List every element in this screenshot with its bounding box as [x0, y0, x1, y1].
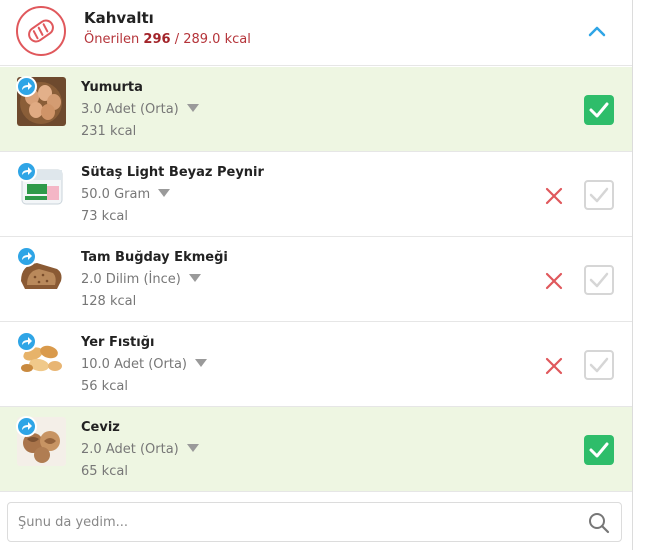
- eaten-checkbox[interactable]: [584, 95, 614, 125]
- food-row[interactable]: Sütaş Light Beyaz Peynir 50.0 Gram 73 kc…: [0, 152, 632, 237]
- eaten-checkbox[interactable]: [584, 265, 614, 295]
- portion-select[interactable]: 3.0 Adet (Orta): [81, 102, 199, 117]
- eaten-checkbox[interactable]: [584, 180, 614, 210]
- caret-down-icon[interactable]: [186, 103, 199, 112]
- food-row[interactable]: Yumurta 3.0 Adet (Orta) 231 kcal: [0, 67, 632, 152]
- meal-calorie-summary: Önerilen 296 / 289.0 kcal: [84, 32, 251, 47]
- caret-down-icon[interactable]: [188, 273, 201, 282]
- food-name: Yer Fıstığı: [81, 335, 155, 350]
- portion-select[interactable]: 2.0 Adet (Orta): [81, 442, 199, 457]
- swap-food-icon[interactable]: [16, 331, 37, 352]
- add-food-search[interactable]: [7, 502, 622, 542]
- food-name: Tam Buğday Ekmeği: [81, 250, 228, 265]
- recommended-label: Önerilen: [84, 32, 140, 47]
- food-name: Sütaş Light Beyaz Peynir: [81, 165, 264, 180]
- food-row[interactable]: Tam Buğday Ekmeği 2.0 Dilim (İnce) 128 k…: [0, 237, 632, 322]
- search-icon[interactable]: [588, 512, 610, 534]
- food-row[interactable]: Ceviz 2.0 Adet (Orta) 65 kcal: [0, 407, 632, 492]
- portion-label: 2.0 Adet (Orta): [81, 442, 179, 457]
- eaten-checkbox[interactable]: [584, 435, 614, 465]
- food-kcal: 128 kcal: [81, 294, 137, 309]
- caret-down-icon[interactable]: [186, 443, 199, 452]
- search-input[interactable]: [18, 503, 578, 541]
- portion-select[interactable]: 50.0 Gram: [81, 187, 171, 202]
- portion-label: 50.0 Gram: [81, 187, 151, 202]
- swap-food-icon[interactable]: [16, 246, 37, 267]
- food-kcal: 73 kcal: [81, 209, 128, 224]
- bread-icon: [16, 6, 66, 56]
- food-name: Yumurta: [81, 80, 143, 95]
- remove-icon[interactable]: [544, 356, 564, 376]
- portion-select[interactable]: 2.0 Dilim (İnce): [81, 272, 201, 287]
- caret-down-icon[interactable]: [158, 188, 171, 197]
- target-kcal: / 289.0 kcal: [174, 32, 251, 47]
- eaten-checkbox[interactable]: [584, 350, 614, 380]
- portion-label: 3.0 Adet (Orta): [81, 102, 179, 117]
- portion-select[interactable]: 10.0 Adet (Orta): [81, 357, 208, 372]
- meal-panel: Kahvaltı Önerilen 296 / 289.0 kcal Yumur…: [0, 0, 633, 550]
- food-kcal: 65 kcal: [81, 464, 128, 479]
- portion-label: 2.0 Dilim (İnce): [81, 272, 181, 287]
- swap-food-icon[interactable]: [16, 76, 37, 97]
- panel-divider: [632, 0, 633, 550]
- chevron-up-icon[interactable]: [583, 20, 611, 42]
- meal-title: Kahvaltı: [84, 9, 154, 27]
- current-kcal: 296: [143, 32, 171, 47]
- food-row[interactable]: Yer Fıstığı 10.0 Adet (Orta) 56 kcal: [0, 322, 632, 407]
- food-name: Ceviz: [81, 420, 120, 435]
- caret-down-icon[interactable]: [195, 358, 208, 367]
- food-kcal: 56 kcal: [81, 379, 128, 394]
- swap-food-icon[interactable]: [16, 416, 37, 437]
- remove-icon[interactable]: [544, 186, 564, 206]
- food-kcal: 231 kcal: [81, 124, 137, 139]
- swap-food-icon[interactable]: [16, 161, 37, 182]
- meal-header[interactable]: Kahvaltı Önerilen 296 / 289.0 kcal: [0, 0, 632, 66]
- remove-icon[interactable]: [544, 271, 564, 291]
- portion-label: 10.0 Adet (Orta): [81, 357, 188, 372]
